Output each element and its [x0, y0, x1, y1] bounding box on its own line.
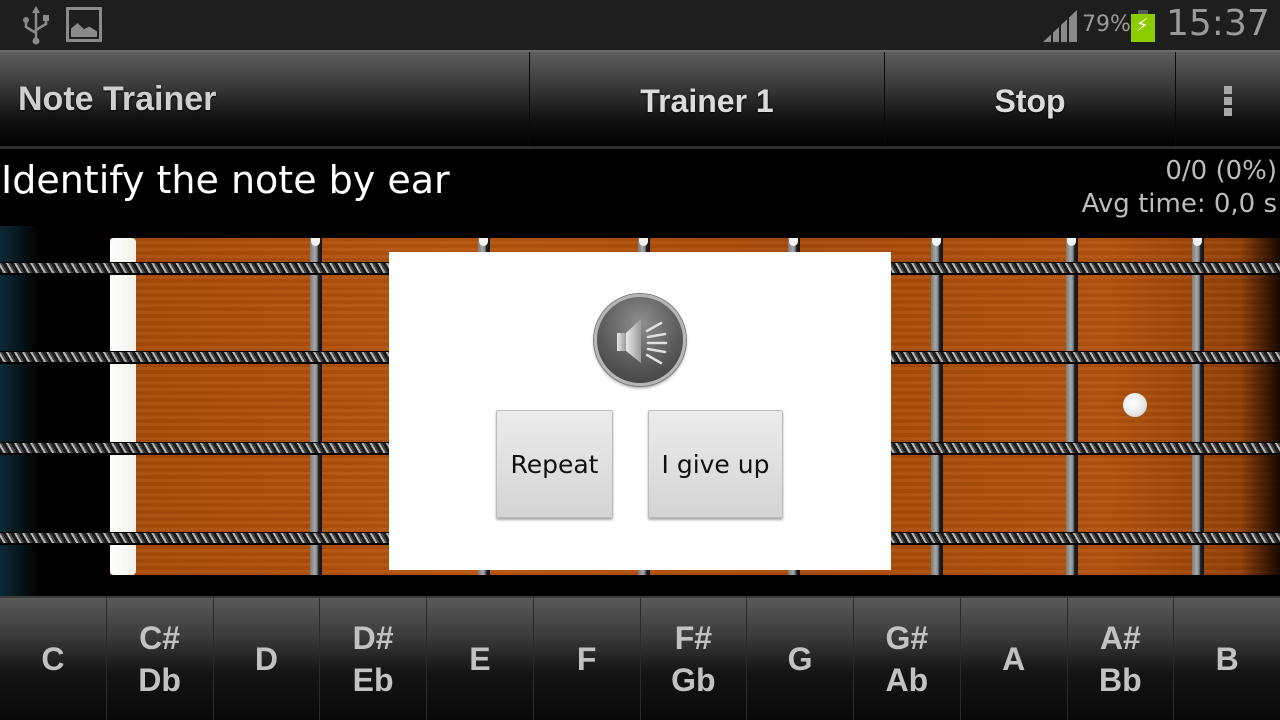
note-name: B [1215, 641, 1239, 677]
score-text: 0/0 (0%) [1165, 156, 1277, 186]
note-name: G# [885, 620, 929, 656]
note-key-d[interactable]: D [213, 598, 321, 720]
note-name-alt: Gb [671, 662, 716, 698]
overflow-menu-button[interactable] [1175, 52, 1280, 150]
battery-charging-icon: ⚡ [1131, 10, 1155, 42]
note-name: A [1002, 641, 1026, 677]
note-keyboard: C C# Db D D# Eb E F F# Gb G G# Ab A A# Bb B [0, 596, 1280, 720]
note-key-a-sharp[interactable]: A# Bb [1067, 598, 1175, 720]
note-key-e[interactable]: E [427, 598, 534, 720]
action-bar-divider [0, 146, 1280, 149]
app-title: Note Trainer [18, 80, 217, 118]
fret [1066, 238, 1078, 575]
note-key-c[interactable]: C [0, 598, 107, 720]
signal-strength-icon [1043, 10, 1077, 42]
stop-button[interactable]: Stop [884, 52, 1175, 150]
listen-dialog: Repeat I give up [389, 252, 891, 570]
usb-icon [23, 6, 49, 45]
note-key-f[interactable]: F [533, 598, 641, 720]
score-panel: 0/0 (0%) Avg time: 0,0 s [1082, 155, 1277, 221]
note-name-alt: Eb [352, 662, 394, 698]
stop-label: Stop [994, 82, 1066, 119]
overflow-menu-icon [1224, 86, 1232, 116]
give-up-button[interactable]: I give up [648, 410, 783, 518]
note-key-g-sharp[interactable]: G# Ab [854, 598, 961, 720]
play-sound-button[interactable] [594, 294, 686, 386]
avg-time-text: Avg time: 0,0 s [1081, 189, 1277, 219]
trainer-select-label: Trainer 1 [640, 82, 774, 119]
clock: 15:37 [1166, 3, 1270, 44]
fret [310, 238, 322, 575]
note-name-alt: Ab [885, 662, 929, 698]
note-name: D# [352, 620, 394, 656]
battery-percent: 79% [1082, 12, 1131, 37]
fret [931, 238, 943, 575]
note-name: G [787, 641, 813, 677]
nut [110, 238, 136, 575]
note-key-b[interactable]: B [1174, 598, 1280, 720]
note-name: C [41, 641, 65, 677]
note-name: C# [139, 620, 181, 656]
action-bar: Note Trainer Trainer 1 Stop [0, 50, 1280, 150]
trainer-select-button[interactable]: Trainer 1 [529, 52, 884, 150]
image-notification-icon [66, 7, 102, 42]
note-name: A# [1099, 620, 1141, 656]
fret [1192, 238, 1204, 575]
note-name-alt: Bb [1099, 662, 1142, 698]
instruction-text: Identify the note by ear [1, 158, 450, 202]
note-key-a[interactable]: A [960, 598, 1068, 720]
note-name-alt: Db [138, 662, 181, 698]
note-key-f-sharp[interactable]: F# Gb [640, 598, 748, 720]
note-name: F# [674, 620, 713, 656]
give-up-label: I give up [661, 449, 770, 479]
note-key-c-sharp[interactable]: C# Db [106, 598, 214, 720]
status-bar: 79% ⚡ 15:37 [0, 0, 1280, 50]
repeat-label: Repeat [510, 449, 599, 479]
speaker-icon [617, 319, 668, 365]
note-key-g[interactable]: G [747, 598, 854, 720]
note-name: D [254, 641, 278, 677]
note-name: F [576, 641, 597, 677]
note-name: E [469, 641, 491, 677]
repeat-button[interactable]: Repeat [496, 410, 613, 518]
note-key-d-sharp[interactable]: D# Eb [320, 598, 427, 720]
fret-inlay-dot [1123, 393, 1147, 417]
